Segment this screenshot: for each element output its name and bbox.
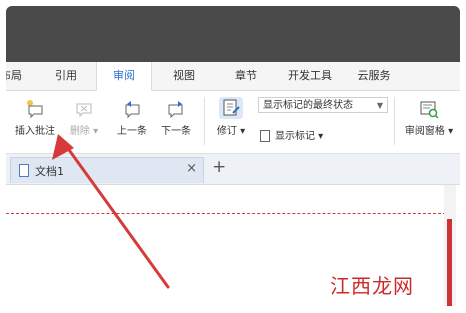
watermark-text: 江西龙网 <box>330 274 414 298</box>
annotation-arrow <box>52 134 170 289</box>
